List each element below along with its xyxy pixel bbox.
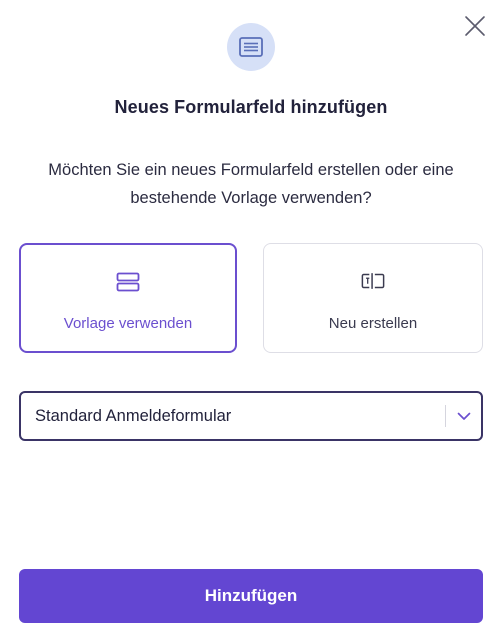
header-icon-badge — [227, 23, 275, 71]
chevron-down-icon[interactable] — [453, 405, 475, 427]
close-button[interactable] — [464, 15, 486, 37]
option-create-new[interactable]: Neu erstellen — [263, 243, 483, 353]
option-use-template-label: Vorlage verwenden — [63, 315, 193, 332]
form-list-icon — [239, 37, 263, 57]
text-field-icon — [361, 270, 385, 292]
template-select[interactable]: Standard Anmeldeformular — [19, 391, 483, 441]
option-create-new-label: Neu erstellen — [328, 315, 418, 332]
select-divider — [445, 405, 446, 427]
dialog-title: Neues Formularfeld hinzufügen — [114, 97, 388, 117]
add-form-field-dialog: Neues Formularfeld hinzufügen Möchten Si… — [0, 0, 502, 642]
option-use-template[interactable]: Vorlage verwenden — [19, 243, 237, 353]
template-select-value: Standard Anmeldeformular — [35, 407, 232, 425]
add-button[interactable]: Hinzufügen — [19, 569, 483, 623]
dialog-description: Möchten Sie ein neues Formularfeld erste… — [48, 161, 454, 207]
template-icon — [116, 271, 140, 293]
close-icon — [465, 16, 485, 36]
